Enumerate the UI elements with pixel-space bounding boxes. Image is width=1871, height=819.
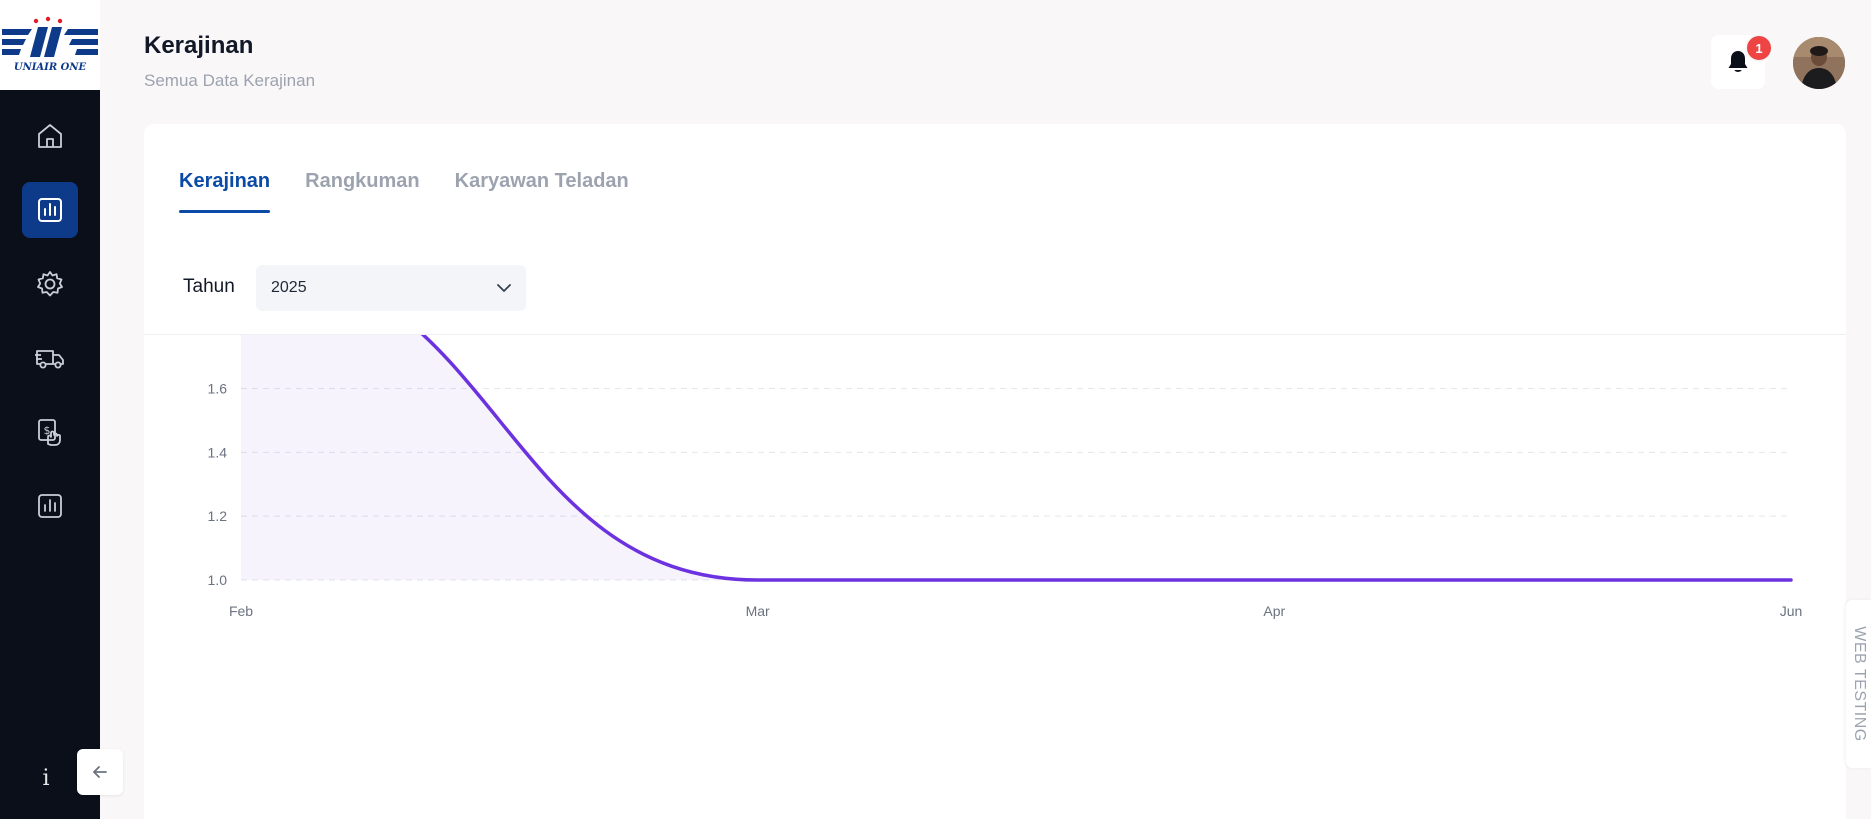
sidebar: UNIAIR ONE $ i [0,0,100,819]
avatar[interactable] [1793,37,1845,89]
chevron-down-icon [497,284,511,292]
avatar-image-icon [1793,37,1845,89]
sidebar-item-kerajinan[interactable] [22,182,78,238]
collapse-sidebar-button[interactable] [77,749,123,795]
page-subtitle: Semua Data Kerajinan [144,71,316,90]
attendance-chart: 1.01.21.41.61.82.02.2FebMarAprJun [208,335,1803,619]
arrow-left-icon [93,766,107,778]
x-tick-label: Apr [1263,603,1285,619]
sidebar-nav: $ [0,108,100,552]
year-filter-label: Tahun [183,276,235,297]
x-tick-label: Mar [746,603,770,619]
series-area [241,335,1791,580]
logo[interactable]: UNIAIR ONE [0,0,100,90]
y-tick-label: 1.4 [208,444,228,460]
year-select-value: 2025 [271,279,307,296]
y-tick-label: 1.0 [208,572,228,588]
logo-text: UNIAIR ONE [14,62,87,73]
sidebar-item-home[interactable] [22,108,78,164]
web-testing-label: WEB TESTING [1850,626,1868,742]
gear-icon [37,271,63,297]
uniair-logo-icon: UNIAIR ONE [2,16,98,73]
content-card: Kerajinan Rangkuman Karyawan Teladan Tah… [144,124,1846,819]
y-tick-label: 1.2 [208,508,228,524]
money-hand-icon: $ [38,419,61,446]
page-title: Kerajinan [144,32,254,59]
info-button[interactable]: i [32,764,60,792]
tab-bar: Kerajinan Rangkuman Karyawan Teladan [179,170,664,213]
sidebar-item-delivery[interactable] [22,330,78,386]
report-icon [38,494,62,518]
web-testing-tab[interactable]: WEB TESTING [1846,600,1871,768]
app-root: UNIAIR ONE $ i Kerajinan Semua Data Kera… [0,0,1871,819]
tab-rangkuman[interactable]: Rangkuman [305,170,419,213]
tab-karyawan-teladan[interactable]: Karyawan Teladan [455,170,629,213]
x-tick-label: Feb [229,603,253,619]
y-tick-label: 1.6 [208,381,228,397]
home-icon [38,124,62,148]
sidebar-item-reports[interactable] [22,478,78,534]
tab-kerajinan[interactable]: Kerajinan [179,170,271,213]
sidebar-item-settings[interactable] [22,256,78,312]
sidebar-item-finance[interactable]: $ [22,404,78,460]
truck-icon [35,350,64,369]
notification-badge: 1 [1745,34,1773,62]
x-tick-label: Jun [1780,603,1803,619]
year-select[interactable]: 2025 [256,265,526,311]
chart-icon [38,198,62,222]
